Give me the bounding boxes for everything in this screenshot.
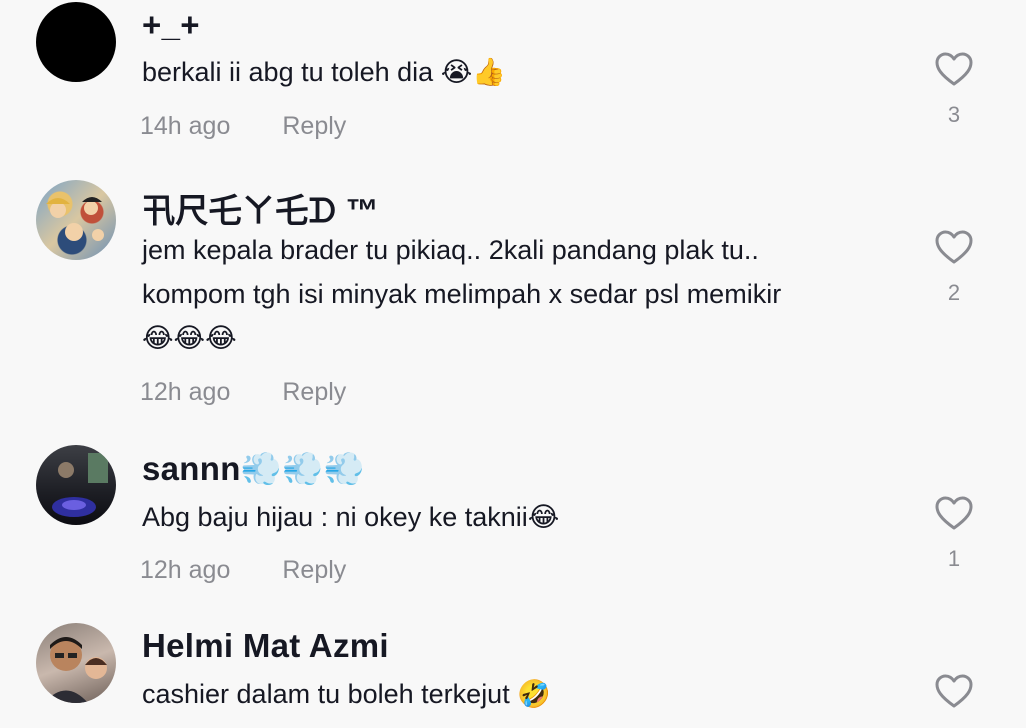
like-count: 2 xyxy=(947,280,961,305)
man-and-child-icon xyxy=(44,637,107,703)
comment-username[interactable]: Helmi Mat Azmi xyxy=(142,627,389,665)
comment-username[interactable]: +_+ xyxy=(142,6,200,44)
heart-icon[interactable] xyxy=(934,672,974,712)
motorbike-icon xyxy=(52,453,108,517)
like-count: 1 xyxy=(947,546,961,571)
heart-icon[interactable] xyxy=(934,494,974,534)
comment-timestamp: 14h ago xyxy=(140,112,231,140)
anime-group-icon xyxy=(46,197,104,241)
comment-text: jem kepala brader tu pikiaq.. 2kali pand… xyxy=(142,235,782,353)
comment-meta: 12h ago Reply xyxy=(140,378,346,407)
heart-icon[interactable] xyxy=(934,228,974,268)
comment-text: Abg baju hijau : ni okey ke taknii😂 xyxy=(142,502,560,532)
avatar[interactable] xyxy=(36,623,116,703)
comment-username[interactable]: 卂尺乇ㄚ乇ᗪ ™ xyxy=(142,184,379,232)
like-count: 3 xyxy=(947,102,961,127)
reply-button[interactable]: Reply xyxy=(282,112,346,140)
comment-meta: 14h ago Reply xyxy=(140,112,346,141)
heart-icon[interactable] xyxy=(934,50,974,90)
comment-timestamp: 12h ago xyxy=(140,556,231,584)
comment-timestamp: 12h ago xyxy=(140,378,231,406)
comment-username[interactable]: sannn💨💨💨 xyxy=(142,450,365,489)
avatar[interactable] xyxy=(36,2,116,82)
reply-button[interactable]: Reply xyxy=(282,556,346,584)
reply-button[interactable]: Reply xyxy=(282,378,346,406)
avatar[interactable] xyxy=(36,180,116,260)
comment-text: berkali ii abg tu toleh dia 😭👍 xyxy=(142,57,506,87)
avatar[interactable] xyxy=(36,445,116,525)
comment-meta: 12h ago Reply xyxy=(140,556,346,585)
comment-text: cashier dalam tu boleh terkejut 🤣 xyxy=(142,679,551,709)
